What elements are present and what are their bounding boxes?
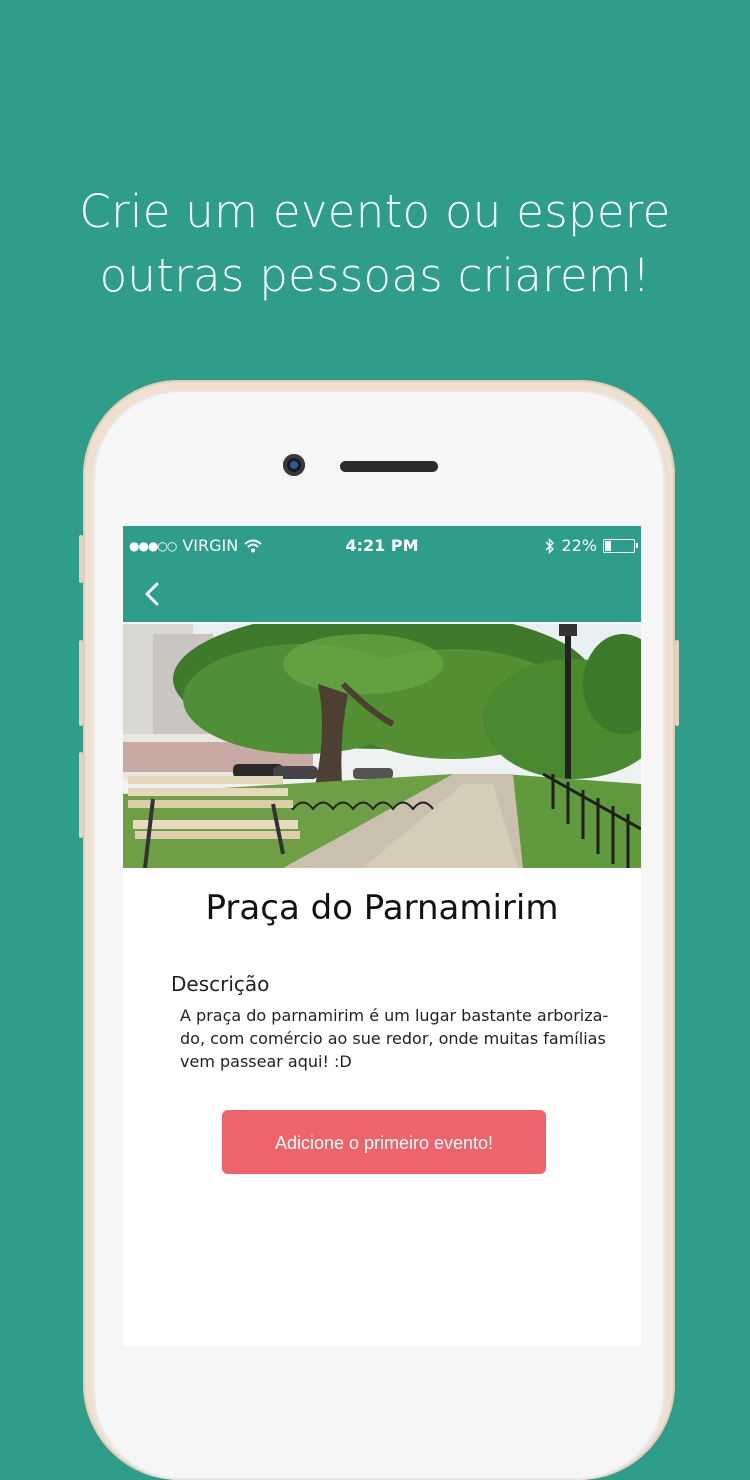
nav-bar: [123, 566, 641, 622]
description-label: Descrição: [171, 972, 270, 996]
phone-power-button: [675, 640, 679, 726]
back-button[interactable]: [137, 578, 169, 610]
place-photo: [123, 624, 641, 868]
status-bar: ●●●○○ VIRGIN 4:21 PM 22%: [123, 526, 641, 566]
app-screen: ●●●○○ VIRGIN 4:21 PM 22% Praça do Parnam…: [123, 526, 641, 1346]
phone-mute-switch: [79, 535, 83, 583]
description-text: A praça do parnamirim é um lugar bastant…: [180, 1006, 609, 1071]
headline-line-1: Crie um evento ou espere: [79, 185, 671, 238]
add-first-event-button[interactable]: Adicione o primeiro evento!: [222, 1110, 546, 1174]
phone-bezel: ●●●○○ VIRGIN 4:21 PM 22% Praça do Parnam…: [93, 390, 665, 1480]
bluetooth-icon: [545, 537, 555, 554]
phone-mockup: ●●●○○ VIRGIN 4:21 PM 22% Praça do Parnam…: [79, 380, 679, 1480]
chevron-left-icon: [145, 582, 159, 606]
phone-volume-up: [79, 640, 83, 726]
promo-headline: Crie um evento ou espere outras pessoas …: [0, 180, 750, 308]
front-camera-icon: [283, 454, 305, 476]
battery-percent: 22%: [561, 536, 597, 555]
headline-line-2: outras pessoas criarem!: [99, 249, 651, 302]
status-right: 22%: [545, 536, 638, 555]
place-title: Praça do Parnamirim: [205, 888, 559, 928]
phone-volume-down: [79, 752, 83, 838]
earpiece-speaker: [340, 461, 438, 472]
battery-icon: [603, 538, 638, 553]
